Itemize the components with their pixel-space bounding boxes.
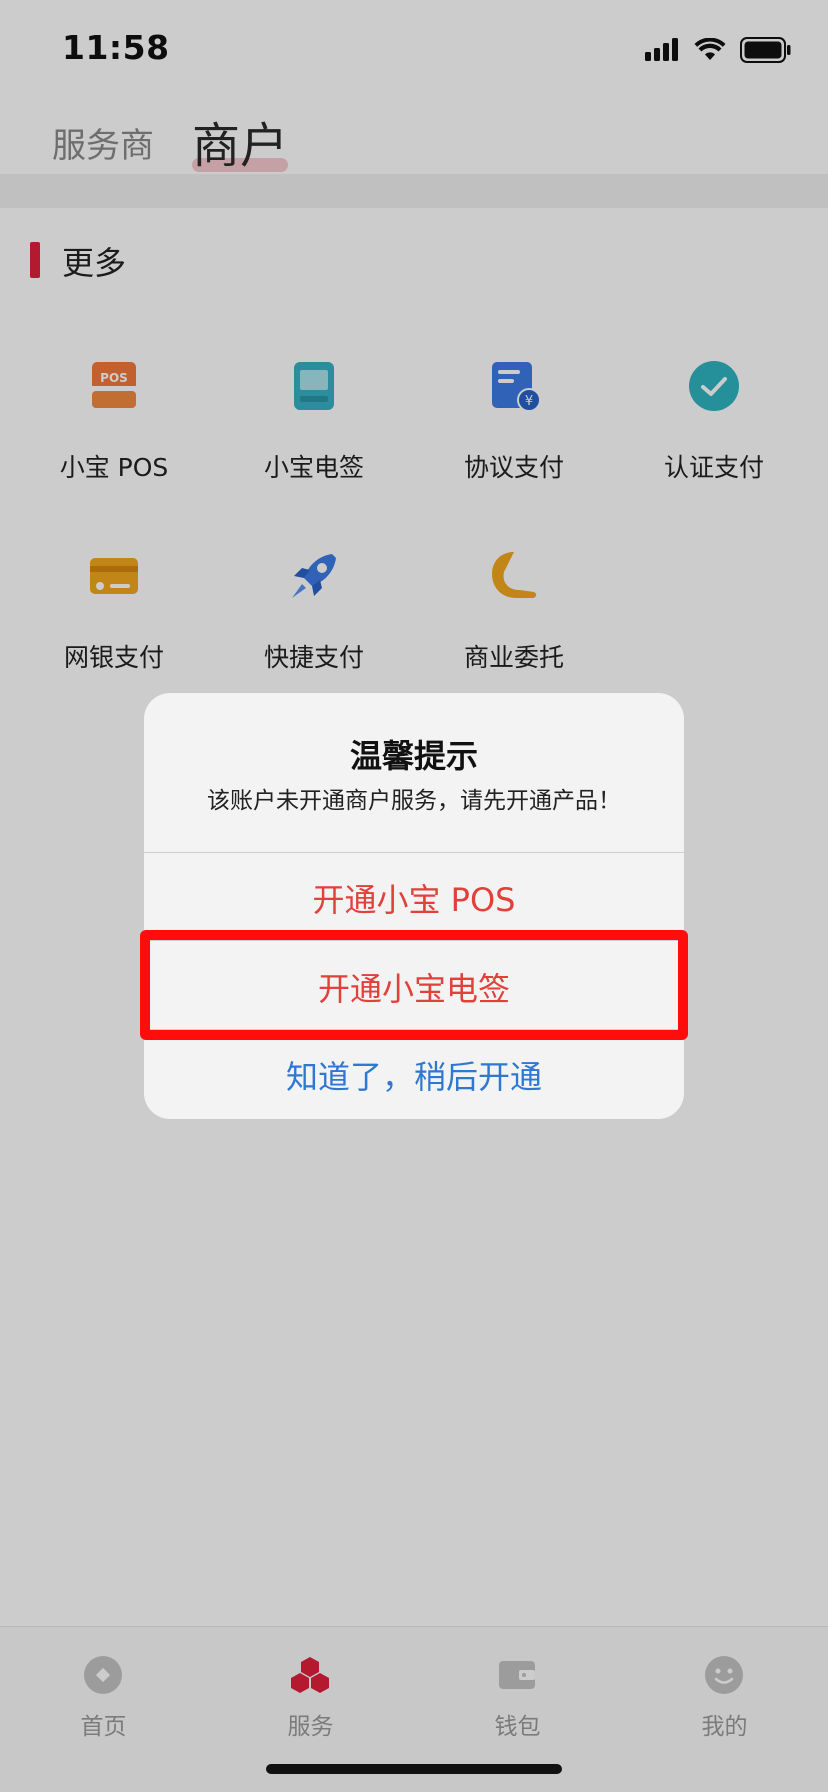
home-indicator[interactable]: [266, 1764, 562, 1774]
dialog-message: 该账户未开通商户服务，请先开通产品！: [207, 788, 621, 814]
alert-dialog: 温馨提示 该账户未开通商户服务，请先开通产品！ 开通小宝 POS 开通小宝电签 …: [144, 693, 684, 1119]
open-later-button[interactable]: 知道了，稍后开通: [144, 1052, 684, 1098]
dialog-title: 温馨提示: [349, 737, 478, 775]
dialog-separator: [144, 852, 684, 853]
open-xiaobao-pos-button[interactable]: 开通小宝 POS: [144, 875, 684, 921]
app-screen: 11:58 服务商 商户 更多 POS 小宝 POS 小宝电签 ¥ 协议支付 认…: [0, 0, 828, 1792]
highlight-annotation: [140, 930, 688, 1040]
tab-merchant-label: 商户: [192, 118, 289, 174]
